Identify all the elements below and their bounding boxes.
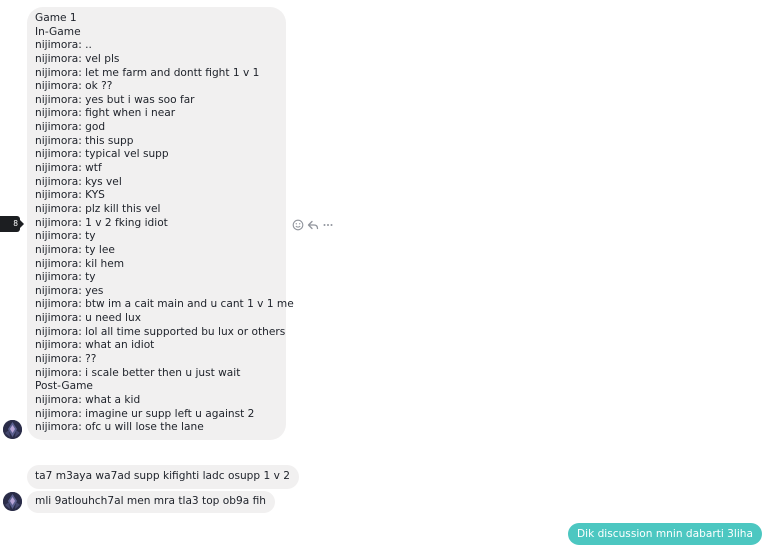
message-line: nijimora: what an idiot xyxy=(35,339,155,352)
message-line: Post-Game xyxy=(35,380,93,393)
message-line: nijimora: ?? xyxy=(35,353,97,366)
message-line: nijimora: lol all time supported bu lux … xyxy=(35,325,286,338)
message-line: nijimora: vel pls xyxy=(35,52,120,65)
message-actions xyxy=(292,219,334,231)
incoming-message[interactable]: ta7 m3aya wa7ad supp kifighti ladc osupp… xyxy=(27,465,299,489)
message-line: nijimora: KYS xyxy=(35,189,105,202)
message-line: nijimora: ofc u will lose the lane xyxy=(35,421,204,434)
message-line: Game 1 xyxy=(35,12,77,24)
message-line: nijimora: i scale better then u just wai… xyxy=(35,366,241,379)
reply-icon[interactable] xyxy=(307,219,319,231)
incoming-message-long[interactable]: Game 1 In-Game nijimora: .. nijimora: vel p… xyxy=(27,7,294,440)
smiley-icon[interactable] xyxy=(292,219,304,231)
message-line: In-Game xyxy=(35,25,81,38)
message-line: nijimora: ty lee xyxy=(35,243,115,256)
outgoing-message[interactable]: Dik discussion mnin dabarti 3liha xyxy=(567,523,762,545)
chat-window: 8 PM Game 1In-Gamenijimora: ..nijimora: … xyxy=(0,0,768,551)
message-line: nijimora: kil hem xyxy=(35,257,125,270)
message-line: nijimora: 1 v 2 fking idiot xyxy=(35,216,168,229)
message-line: nijimora: plz kill this vel xyxy=(35,202,161,215)
message-timestamp: 8 PM xyxy=(0,216,20,232)
message-line: nijimora: yes but i was soo far xyxy=(35,93,195,106)
message-line: nijimora: wtf xyxy=(35,162,102,175)
message-line: nijimora: u need lux xyxy=(35,312,141,325)
message-line: nijimora: imagine ur supp left u against… xyxy=(35,407,255,420)
message-line: nijimora: let me farm and dontt fight 1 … xyxy=(35,66,260,79)
message-line: nijimora: this supp xyxy=(35,134,134,147)
message-line: nijimora: typical vel supp xyxy=(35,148,169,161)
message-line: nijimora: ty xyxy=(35,230,96,243)
message-line: nijimora: btw im a cait main and u cant … xyxy=(35,298,294,311)
sender-avatar[interactable] xyxy=(3,492,22,511)
message-line: nijimora: yes xyxy=(35,284,104,297)
message-line: nijimora: ok ?? xyxy=(35,80,113,93)
message-line: nijimora: ty xyxy=(35,271,96,284)
timestamp-pointer xyxy=(20,220,24,228)
message-line: nijimora: kys vel xyxy=(35,175,122,188)
message-line: nijimora: what a kid xyxy=(35,393,141,406)
message-line: nijimora: god xyxy=(35,121,106,134)
incoming-message[interactable]: mli 9atlouhch7al men mra tla3 top ob9a f… xyxy=(27,491,275,513)
message-line: nijimora: fight when i near xyxy=(35,107,176,120)
more-icon[interactable] xyxy=(322,219,334,231)
message-line: nijimora: .. xyxy=(35,39,92,52)
sender-avatar[interactable] xyxy=(3,420,22,439)
